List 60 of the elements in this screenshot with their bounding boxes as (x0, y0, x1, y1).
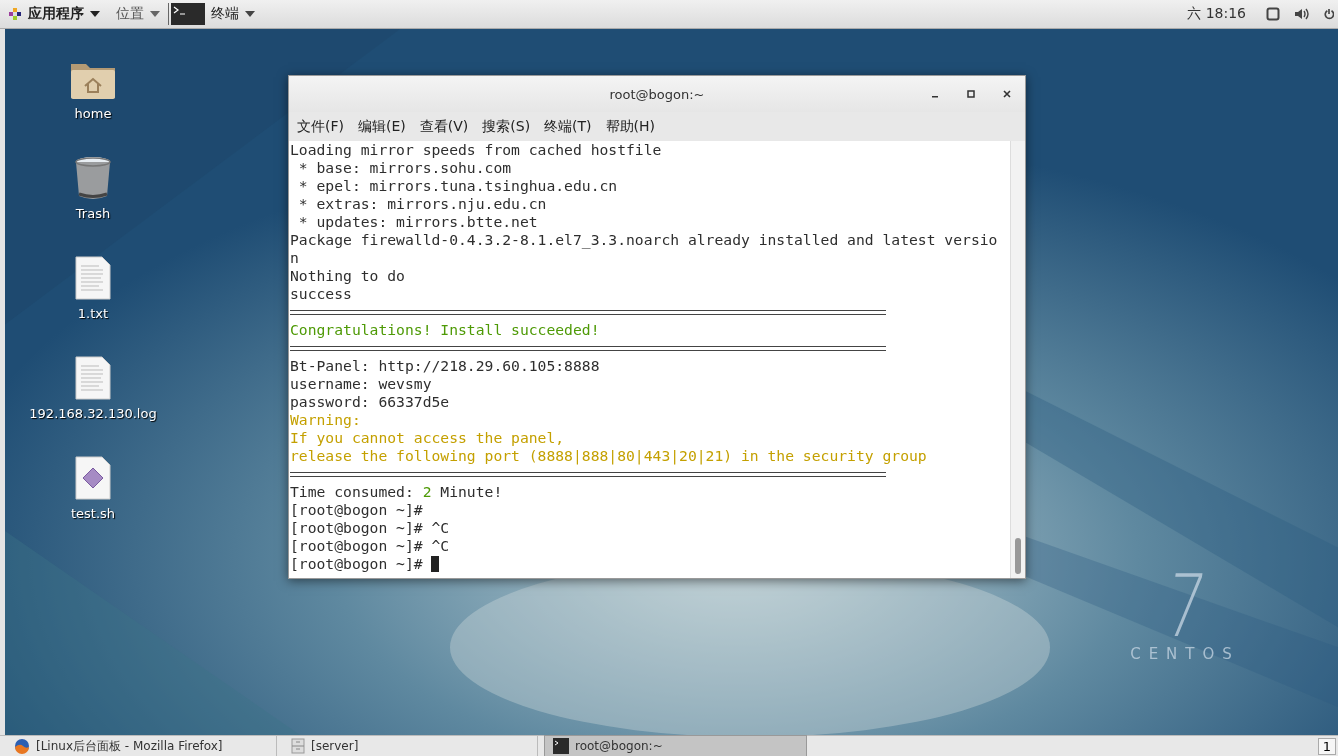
desktop-icon-label[interactable]: 192.168.32.130.log (29, 406, 157, 421)
terminal-line: password: 66337d5e (290, 393, 451, 411)
terminal-line: username: wevsmy (290, 375, 433, 393)
caret-icon (90, 11, 100, 17)
caret-icon (245, 11, 255, 17)
desktop-icon-label[interactable]: test.sh (70, 506, 116, 521)
taskbar-item[interactable]: [Linux后台面板 - Mozilla Firefox] (6, 736, 277, 756)
terminal-line: success (290, 285, 353, 303)
script-file-icon[interactable] (75, 456, 111, 500)
volume-icon[interactable] (1294, 7, 1310, 21)
places-menu[interactable]: 位置 (108, 0, 168, 28)
taskbar-item[interactable]: [server] (283, 736, 538, 756)
desktop-icon-label[interactable]: Trash (75, 206, 111, 221)
terminal-line: [root@bogon ~]# ^C (290, 537, 451, 555)
menu-item[interactable]: 帮助(H) (605, 117, 656, 136)
menu-item[interactable]: 查看(V) (419, 117, 469, 136)
text-file-icon[interactable] (75, 356, 111, 400)
scrollbar[interactable] (1010, 141, 1025, 578)
clock[interactable]: 六 18:16 (1187, 5, 1246, 23)
text-file-icon[interactable] (75, 256, 111, 300)
terminal-line: Loading mirror speeds from cached hostfile (290, 141, 663, 159)
terminal-line: * extras: mirrors.nju.edu.cn (297, 195, 548, 213)
terminal-line: Time consumed: 2 Minute! (290, 483, 504, 501)
active-app-menu[interactable]: 终端 (169, 0, 263, 28)
close-icon[interactable] (1003, 90, 1011, 98)
menu-item[interactable]: 编辑(E) (358, 117, 406, 136)
window-icon[interactable] (1266, 7, 1280, 21)
terminal-line: release the following port (8888|888|80|443|20|21) in the security group (290, 447, 928, 465)
terminal-line: * base: mirrors.sohu.com (297, 159, 513, 177)
version-numeral: 7 (1160, 567, 1210, 645)
trash-icon[interactable] (73, 154, 113, 200)
power-icon[interactable] (1324, 7, 1334, 21)
window-title: root@bogon:~ (609, 86, 705, 102)
menu-item[interactable]: 终端(T) (544, 117, 592, 136)
caret-icon (150, 11, 160, 17)
terminal-line: If you cannot access the panel, (290, 429, 566, 447)
terminal-line: [root@bogon ~]# (290, 501, 424, 519)
terminal-line: * updates: mirrors.btte.net (297, 213, 539, 231)
taskbar-item[interactable]: root@bogon:~ (544, 735, 807, 756)
menu-item[interactable]: 文件(F) (297, 117, 344, 136)
terminal-line: Bt-Panel: http://218.29.60.105:8888 (290, 357, 601, 375)
terminal-line: Nothing to do (290, 267, 406, 285)
maximize-icon[interactable] (967, 90, 975, 98)
flower-logo-icon (8, 7, 22, 21)
terminal-line: n (290, 249, 300, 267)
menu-item[interactable]: 搜索(S) (482, 117, 531, 136)
terminal-line: [root@bogon ~]# (290, 555, 1010, 573)
applications-menu[interactable]: 应用程序 (0, 0, 108, 28)
terminal-icon (553, 738, 569, 754)
brand-wordmark: CENTOS (1130, 645, 1240, 663)
terminal-line: Package firewalld-0.4.3.2-8.1.el7_3.3.noarch already installed and latest versio (290, 231, 999, 249)
desktop-icon-label[interactable]: home (74, 106, 112, 121)
terminal-line: [root@bogon ~]# ^C (290, 519, 451, 537)
terminal-icon (171, 3, 205, 25)
terminal-line: * epel: mirrors.tuna.tsinghua.edu.cn (297, 177, 619, 195)
terminal-line: Congratulations! Install succeeded! (290, 321, 601, 339)
terminal-line: Warning: (290, 411, 362, 429)
workspace-indicator[interactable]: 1 (1317, 737, 1336, 755)
desktop-icon-label[interactable]: 1.txt (77, 306, 109, 321)
browser-icon (14, 738, 30, 754)
